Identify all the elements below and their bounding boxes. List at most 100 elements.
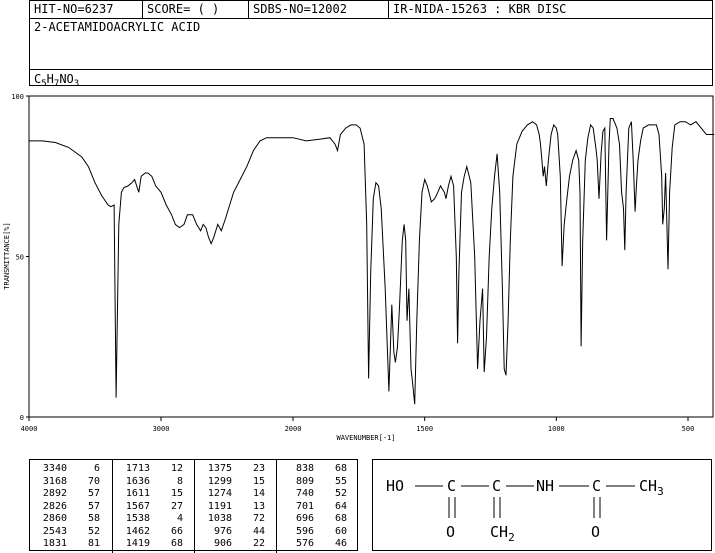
peak-transmittance: 52 bbox=[87, 525, 100, 537]
peak-transmittance: 12 bbox=[170, 463, 183, 474]
carbon3-label: C bbox=[592, 477, 601, 495]
peak-transmittance: 58 bbox=[87, 513, 100, 524]
peak-transmittance: 57 bbox=[87, 500, 100, 512]
peak-transmittance: 68 bbox=[334, 513, 347, 524]
x-tick-label: 1500 bbox=[416, 425, 433, 433]
peak-row: 1462 66 bbox=[113, 526, 195, 539]
peak-wavenumber: 1419 bbox=[125, 538, 150, 549]
peak-row: 809 55 bbox=[277, 476, 359, 489]
peak-column: 1375 23 1299 15 1274 14 1191 13 1038 72 976 44 906 22 bbox=[194, 460, 277, 553]
peak-transmittance: 23 bbox=[252, 463, 265, 474]
peak-transmittance: 13 bbox=[252, 500, 265, 512]
structure-panel: HO C C NH C CH3 O CH2 O bbox=[372, 459, 712, 551]
peak-wavenumber: 3168 bbox=[42, 475, 67, 487]
x-axis-ticks: 4000 3000 2000 1500 1000 500 bbox=[21, 417, 695, 433]
peak-wavenumber: 1375 bbox=[207, 463, 232, 474]
peak-transmittance: 57 bbox=[87, 488, 100, 499]
x-tick-label: 500 bbox=[682, 425, 695, 433]
peak-wavenumber: 2543 bbox=[42, 525, 67, 537]
peak-transmittance: 22 bbox=[252, 538, 265, 549]
y-tick-label: 50 bbox=[16, 254, 24, 262]
peak-wavenumber: 1713 bbox=[125, 463, 150, 474]
spectrum-line bbox=[29, 118, 715, 405]
peak-wavenumber: 838 bbox=[295, 463, 314, 474]
x-axis-label: WAVENUMBER[-1] bbox=[336, 434, 395, 442]
peak-wavenumber: 2860 bbox=[42, 513, 67, 524]
peak-wavenumber: 2892 bbox=[42, 488, 67, 499]
x-tick-label: 4000 bbox=[21, 425, 38, 433]
peak-transmittance: 8 bbox=[176, 475, 183, 487]
peak-wavenumber: 596 bbox=[295, 525, 314, 537]
peak-transmittance: 81 bbox=[87, 538, 100, 549]
peak-row: 701 64 bbox=[277, 501, 359, 514]
peak-row: 1375 23 bbox=[195, 463, 277, 476]
hydroxyl-label: HO bbox=[386, 477, 404, 495]
structure-diagram: HO C C NH C CH3 O CH2 O bbox=[386, 477, 664, 544]
peak-wavenumber: 1567 bbox=[125, 500, 150, 512]
peak-transmittance: 44 bbox=[252, 525, 265, 537]
peak-row: 1274 14 bbox=[195, 488, 277, 501]
peak-row: 976 44 bbox=[195, 526, 277, 539]
peak-wavenumber: 1831 bbox=[42, 538, 67, 549]
peak-transmittance: 60 bbox=[334, 525, 347, 537]
peak-wavenumber: 1299 bbox=[207, 475, 232, 487]
peak-transmittance: 15 bbox=[252, 475, 265, 487]
y-tick-label: 100 bbox=[11, 93, 24, 101]
peak-row: 1611 15 bbox=[113, 488, 195, 501]
peak-transmittance: 15 bbox=[170, 488, 183, 499]
peak-transmittance: 68 bbox=[170, 538, 183, 549]
peak-column: 1713 12 1636 8 1611 15 1567 27 1538 4 1462 66 1419 68 bbox=[112, 460, 195, 553]
peak-row: 838 68 bbox=[277, 463, 359, 476]
peak-transmittance: 66 bbox=[170, 525, 183, 537]
peak-transmittance: 6 bbox=[93, 463, 100, 474]
peak-wavenumber: 906 bbox=[213, 538, 232, 549]
peak-row: 3168 70 bbox=[30, 476, 112, 489]
peak-table: 3340 6 3168 70 2892 57 2826 57 2860 58 2543 52 1831 8… bbox=[29, 459, 359, 553]
carbon2-label: C bbox=[492, 477, 501, 495]
peak-row: 596 60 bbox=[277, 526, 359, 539]
peak-row: 1831 81 bbox=[30, 538, 112, 551]
peak-wavenumber: 576 bbox=[295, 538, 314, 549]
peak-column: 838 68 809 55 740 52 701 64 696 68 596 60 576 46 bbox=[276, 460, 359, 553]
peak-row: 1419 68 bbox=[113, 538, 195, 551]
y-axis-ticks: 100 50 0 bbox=[11, 93, 29, 422]
peak-wavenumber: 976 bbox=[213, 525, 232, 537]
peak-wavenumber: 1038 bbox=[207, 513, 232, 524]
peak-transmittance: 4 bbox=[176, 513, 183, 524]
peak-row: 576 46 bbox=[277, 538, 359, 551]
peak-transmittance: 72 bbox=[252, 513, 265, 524]
methylene-label: CH2 bbox=[490, 523, 515, 544]
peak-row: 1538 4 bbox=[113, 513, 195, 526]
peak-transmittance: 64 bbox=[334, 500, 347, 512]
peak-wavenumber: 1191 bbox=[207, 500, 232, 512]
peak-transmittance: 52 bbox=[334, 488, 347, 499]
peak-wavenumber: 1611 bbox=[125, 488, 150, 499]
peak-wavenumber: 3340 bbox=[42, 463, 67, 474]
peak-wavenumber: 701 bbox=[295, 500, 314, 512]
peak-column: 3340 6 3168 70 2892 57 2826 57 2860 58 2543 52 1831 8… bbox=[30, 463, 112, 551]
amine-label: NH bbox=[536, 477, 554, 495]
peak-row: 1191 13 bbox=[195, 501, 277, 514]
peak-transmittance: 14 bbox=[252, 488, 265, 499]
x-tick-label: 2000 bbox=[285, 425, 302, 433]
peak-row: 2826 57 bbox=[30, 501, 112, 514]
x-tick-label: 3000 bbox=[153, 425, 170, 433]
peak-wavenumber: 1462 bbox=[125, 525, 150, 537]
peak-row: 1636 8 bbox=[113, 476, 195, 489]
peak-wavenumber: 740 bbox=[295, 488, 314, 499]
peak-wavenumber: 809 bbox=[295, 475, 314, 487]
oxygen2-label: O bbox=[591, 523, 600, 541]
peak-transmittance: 70 bbox=[87, 475, 100, 487]
peak-row: 696 68 bbox=[277, 513, 359, 526]
peak-wavenumber: 1274 bbox=[207, 488, 232, 499]
peak-transmittance: 68 bbox=[334, 463, 347, 474]
peak-wavenumber: 1636 bbox=[125, 475, 150, 487]
carbon1-label: C bbox=[447, 477, 456, 495]
peak-row: 2543 52 bbox=[30, 526, 112, 539]
peak-row: 740 52 bbox=[277, 488, 359, 501]
peak-row: 1713 12 bbox=[113, 463, 195, 476]
peak-wavenumber: 1538 bbox=[125, 513, 150, 524]
oxygen1-label: O bbox=[446, 523, 455, 541]
peak-row: 3340 6 bbox=[30, 463, 112, 476]
peak-row: 1038 72 bbox=[195, 513, 277, 526]
